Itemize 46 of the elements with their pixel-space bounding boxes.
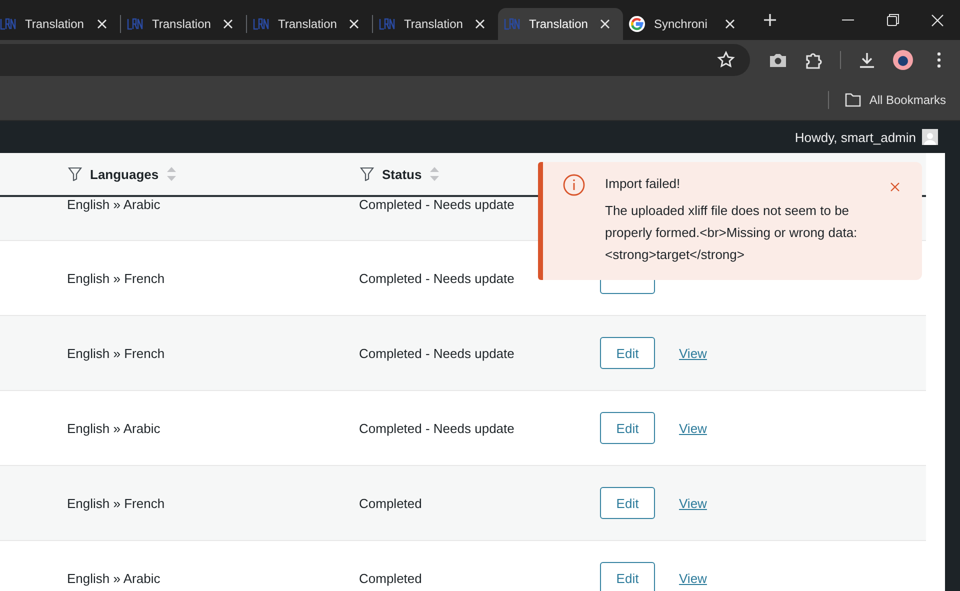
browser-tab[interactable]: Synchroni	[623, 8, 748, 40]
table-cell-text: English » Arabic	[66, 197, 162, 212]
logo-icon	[253, 18, 269, 30]
info-icon	[563, 174, 585, 196]
edit-button[interactable]: Edit	[600, 562, 655, 591]
table-cell-text: Completed	[358, 496, 423, 510]
logo-icon	[127, 18, 143, 30]
folder-icon	[845, 93, 862, 107]
table-cell-text: Completed - Needs update	[358, 197, 516, 212]
notice-message: The uploaded xliff file does not seem to be properly formed.<br>Missing or wrong data: <strong>target</strong>	[605, 202, 858, 264]
table-cell-text: Completed	[358, 570, 423, 586]
browser-tab[interactable]: Translation	[498, 8, 623, 40]
view-link[interactable]: View	[679, 496, 707, 510]
logo-icon	[504, 18, 520, 30]
browser-tab[interactable]: Translation	[247, 8, 372, 40]
edit-button[interactable]: Edit	[600, 487, 655, 519]
admin-greeting[interactable]: Howdy, smart_admin	[794, 130, 916, 144]
browser-tab[interactable]: Translation	[0, 8, 120, 40]
view-link[interactable]: View	[679, 346, 707, 360]
logo-icon	[0, 18, 16, 30]
table-cell-text: English » Arabic	[66, 570, 162, 586]
logo-icon	[379, 18, 395, 30]
edit-button[interactable]: Edit	[600, 337, 655, 369]
filter-icon[interactable]	[360, 167, 374, 181]
view-link[interactable]: View	[679, 420, 707, 436]
download-icon[interactable]	[857, 50, 877, 70]
table-cell-text: Completed - Needs update	[358, 346, 516, 360]
notice-title: Import failed!	[605, 176, 682, 193]
table-cell-text: Completed - Needs update	[358, 270, 516, 286]
profile-avatar-icon[interactable]	[893, 50, 913, 70]
table-cell-text: English » Arabic	[66, 420, 162, 436]
column-header[interactable]: Status	[382, 166, 422, 182]
table-cell-text: English » French	[66, 270, 166, 286]
edit-button[interactable]: Edit	[600, 412, 655, 444]
google-icon	[629, 16, 645, 32]
browser-tab[interactable]: Translation	[373, 8, 498, 40]
column-header[interactable]: Languages	[90, 166, 159, 182]
table-cell-text: English » French	[66, 346, 166, 360]
table-cell-text: English » French	[66, 496, 166, 510]
browser-tab[interactable]: Translation	[121, 8, 246, 40]
filter-icon[interactable]	[68, 167, 82, 181]
view-link[interactable]: View	[679, 570, 707, 586]
puzzle-icon[interactable]	[804, 50, 824, 70]
bookmarks-folder[interactable]: All Bookmarks	[845, 93, 946, 107]
table-cell-text: Completed - Needs update	[358, 420, 516, 436]
star-icon[interactable]	[716, 50, 736, 70]
